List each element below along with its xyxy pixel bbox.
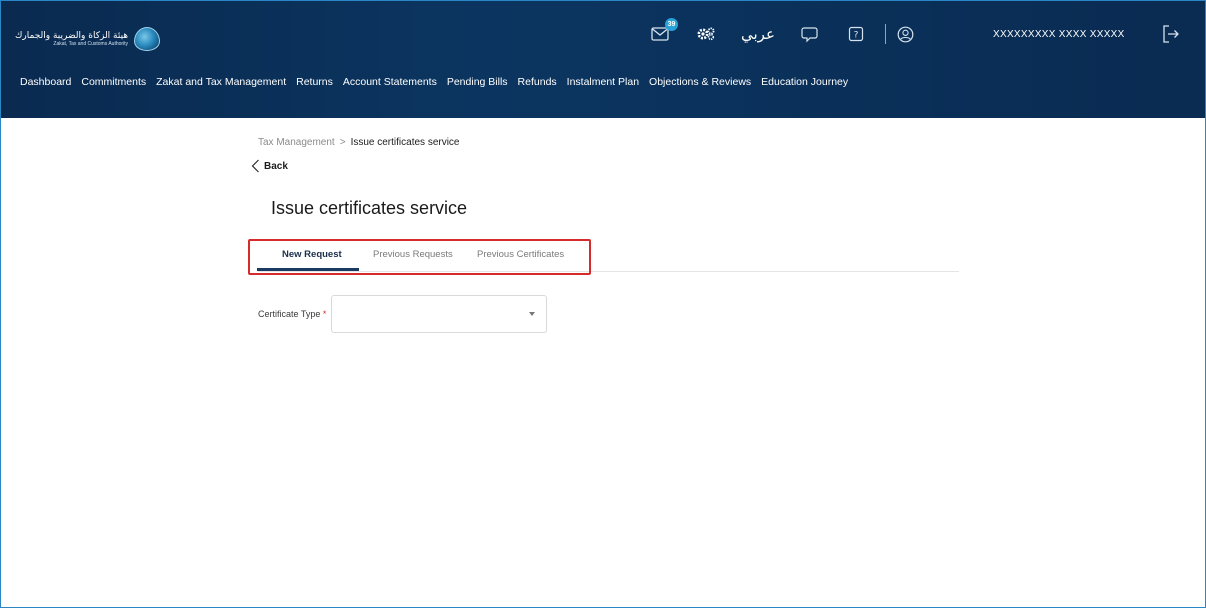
main-navigation: Dashboard Commitments Zakat and Tax Mana… xyxy=(20,76,858,88)
top-bar: هيئة الزكاة والضريبة والجمارك Zakat, Tax… xyxy=(1,1,1205,67)
nav-item-account-statements[interactable]: Account Statements xyxy=(343,76,437,88)
tabs-highlight-box xyxy=(248,239,591,275)
nav-item-zakat-tax-management[interactable]: Zakat and Tax Management xyxy=(156,76,286,88)
header-divider xyxy=(884,24,886,44)
nav-item-instalment-plan[interactable]: Instalment Plan xyxy=(567,76,639,88)
zatca-logo-icon xyxy=(134,27,161,51)
user-name[interactable]: XXXXXXXXX XXXX XXXXX xyxy=(993,29,1125,40)
chevron-left-icon xyxy=(251,159,259,173)
notification-count-badge: 39 xyxy=(665,18,678,31)
breadcrumb-parent-link[interactable]: Tax Management xyxy=(258,137,335,148)
nav-item-commitments[interactable]: Commitments xyxy=(81,76,146,88)
certificate-type-label-text: Certificate Type xyxy=(258,309,321,319)
back-label: Back xyxy=(264,160,288,172)
breadcrumb-separator: > xyxy=(339,137,346,148)
chat-icon xyxy=(801,26,818,42)
breadcrumb: Tax Management > Issue certificates serv… xyxy=(258,137,460,148)
nav-item-pending-bills[interactable]: Pending Bills xyxy=(447,76,508,88)
authority-logo[interactable]: هيئة الزكاة والضريبة والجمارك Zakat, Tax… xyxy=(15,27,161,51)
breadcrumb-current: Issue certificates service xyxy=(350,137,460,148)
help-button[interactable]: ? xyxy=(845,23,867,45)
top-header: هيئة الزكاة والضريبة والجمارك Zakat, Tax… xyxy=(1,1,1205,118)
settings-button[interactable] xyxy=(695,23,717,45)
profile-button[interactable] xyxy=(896,23,916,45)
logo-text: هيئة الزكاة والضريبة والجمارك Zakat, Tax… xyxy=(15,31,128,48)
app-window: هيئة الزكاة والضريبة والجمارك Zakat, Tax… xyxy=(0,0,1206,608)
chat-button[interactable] xyxy=(799,23,821,45)
help-icon: ? xyxy=(848,26,864,42)
language-toggle[interactable]: عربي xyxy=(741,23,775,45)
notifications-button[interactable]: 39 xyxy=(649,18,678,45)
nav-item-objections-reviews[interactable]: Objections & Reviews xyxy=(649,76,751,88)
header-actions: 39 عربي ? xyxy=(649,18,916,47)
certificate-type-select[interactable] xyxy=(331,295,547,333)
logo-english-name: Zakat, Tax and Customs Authority xyxy=(53,40,129,47)
user-circle-icon xyxy=(898,26,914,42)
nav-item-refunds[interactable]: Refunds xyxy=(518,76,557,88)
nav-item-dashboard[interactable]: Dashboard xyxy=(20,76,71,88)
nav-item-returns[interactable]: Returns xyxy=(296,76,333,88)
svg-text:?: ? xyxy=(854,31,859,41)
caret-down-icon xyxy=(529,312,535,316)
logout-icon xyxy=(1163,25,1179,43)
back-button[interactable]: Back xyxy=(251,159,288,173)
gear-icon xyxy=(697,27,715,41)
certificate-type-label: Certificate Type * xyxy=(258,309,326,319)
page-title: Issue certificates service xyxy=(271,198,468,218)
required-marker: * xyxy=(322,309,327,319)
logo-arabic-name: هيئة الزكاة والضريبة والجمارك xyxy=(15,30,129,41)
logout-button[interactable] xyxy=(1160,23,1182,45)
nav-item-education-journey[interactable]: Education Journey xyxy=(761,76,848,88)
